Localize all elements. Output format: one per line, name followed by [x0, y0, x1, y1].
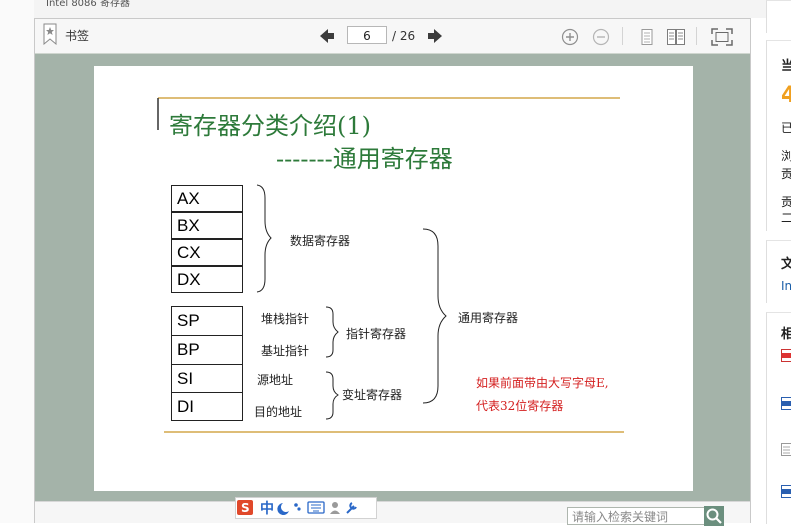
- document-file-icon[interactable]: [781, 443, 791, 456]
- fullscreen-icon[interactable]: [711, 28, 733, 46]
- note-line-1: 如果前面带由大写字母E,: [476, 374, 609, 391]
- left-gutter: [0, 0, 34, 523]
- register-si: SI: [171, 364, 243, 393]
- svg-text:中: 中: [260, 500, 274, 517]
- search-input[interactable]: 请输入检索关键词: [567, 507, 707, 525]
- label-destination-address: 目的地址: [254, 403, 302, 420]
- sidebar-text: 贡: [781, 193, 791, 210]
- input-method-toolbar[interactable]: S 中: [235, 497, 377, 519]
- register-sp: SP: [171, 306, 243, 336]
- ime-icons: S 中: [236, 498, 376, 518]
- register-bp: BP: [171, 335, 243, 365]
- previous-page-icon[interactable]: [319, 28, 335, 44]
- svg-text:S: S: [241, 501, 250, 515]
- register-bx: BX: [171, 212, 243, 239]
- search-icon: [704, 506, 724, 526]
- sidebar-card-doc: 文 In: [766, 240, 791, 303]
- sidebar-text: 已: [781, 119, 791, 136]
- label-base-pointer: 基址指针: [261, 342, 309, 359]
- sidebar-text: 相: [781, 323, 791, 342]
- label-general-registers: 通用寄存器: [458, 309, 518, 326]
- single-page-view-icon[interactable]: [638, 28, 656, 46]
- label-pointer-registers: 指针寄存器: [346, 325, 406, 342]
- sidebar-card-related: 相: [766, 312, 791, 524]
- register-ax: AX: [171, 185, 243, 212]
- search-button[interactable]: [704, 506, 724, 526]
- sidebar-text: 文: [781, 253, 791, 272]
- word-file-icon[interactable]: [781, 485, 791, 498]
- pdf-file-icon[interactable]: [781, 349, 791, 362]
- document-viewer: 书签 6 / 26: [34, 18, 751, 523]
- register-di: DI: [171, 392, 243, 421]
- label-data-registers: 数据寄存器: [290, 232, 350, 249]
- bookmark-icon[interactable]: [43, 23, 57, 45]
- viewer-bottom-bar: S 中 请输入检索关键词: [35, 501, 750, 523]
- sidebar-text: 贡: [781, 165, 791, 182]
- label-stack-pointer: 堆栈指针: [261, 310, 309, 327]
- document-title-fragment: Intel 8086 寄存器: [46, 0, 130, 9]
- label-source-address: 源地址: [257, 371, 293, 388]
- toolbar-separator: [696, 27, 697, 45]
- viewer-toolbar: 书签 6 / 26: [35, 19, 750, 54]
- sidebar-rating: 4: [781, 83, 791, 108]
- register-dx: DX: [171, 266, 243, 293]
- page-number-input[interactable]: 6: [347, 26, 387, 44]
- bookmark-label[interactable]: 书签: [65, 27, 89, 44]
- sidebar-text: 当: [781, 55, 791, 74]
- slide-title: 寄存器分类介绍(1): [169, 106, 371, 141]
- note-line-2: 代表32位寄存器: [476, 397, 563, 414]
- browser-top-strip: Intel 8086 寄存器: [0, 0, 791, 18]
- zoom-in-icon[interactable]: [561, 28, 579, 46]
- zoom-out-icon[interactable]: [592, 28, 610, 46]
- two-page-view-icon[interactable]: [667, 28, 685, 46]
- word-file-icon[interactable]: [781, 397, 791, 410]
- document-area[interactable]: 寄存器分类介绍(1) -------通用寄存器 AX BX CX DX SP B…: [35, 54, 750, 501]
- toolbar-separator: [622, 27, 623, 45]
- right-sidebar: 当 4 已 浏 贡 贡 二 文 In 相: [766, 0, 791, 523]
- slide-page: 寄存器分类介绍(1) -------通用寄存器 AX BX CX DX SP B…: [94, 66, 693, 491]
- slide-subtitle: -------通用寄存器: [276, 139, 453, 174]
- sidebar-text: 二: [781, 209, 791, 226]
- label-index-registers: 变址寄存器: [342, 386, 402, 403]
- register-cx: CX: [171, 239, 243, 266]
- page-total: / 26: [392, 29, 415, 43]
- sidebar-card-info: 当 4 已 浏 贡 贡 二: [766, 40, 791, 231]
- next-page-icon[interactable]: [427, 28, 443, 44]
- sidebar-card-top: [766, 0, 791, 33]
- sidebar-text: 浏: [781, 147, 791, 164]
- sidebar-link[interactable]: In: [781, 279, 791, 293]
